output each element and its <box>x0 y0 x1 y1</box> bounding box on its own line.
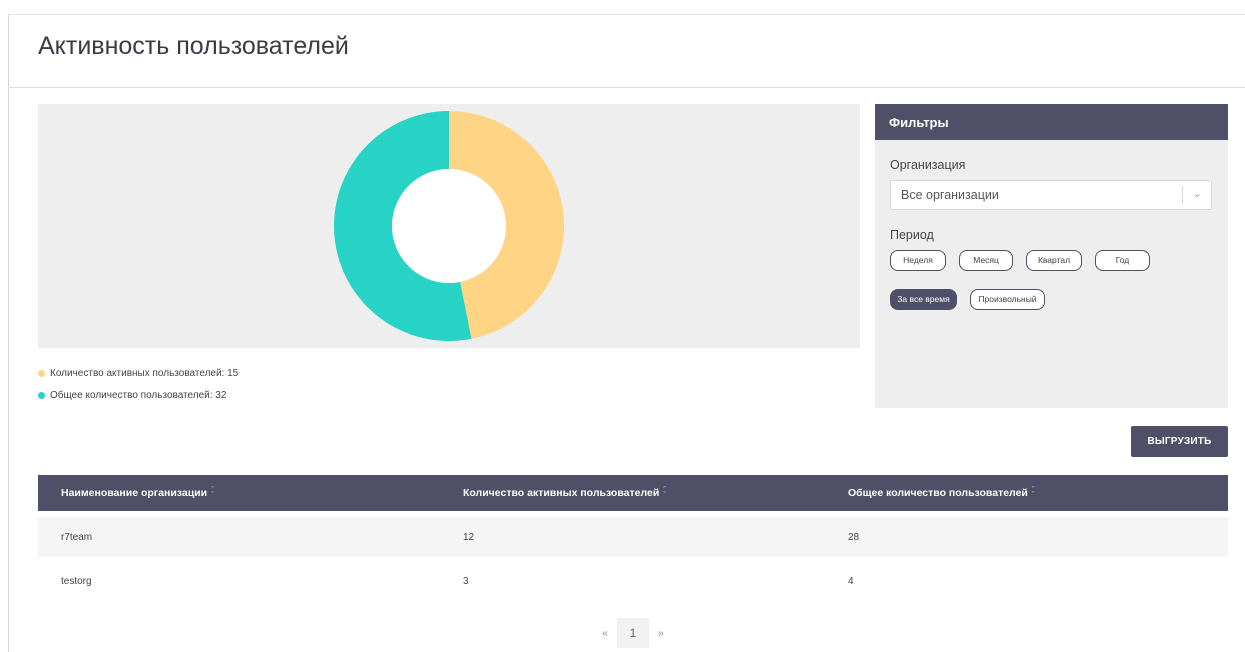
pagination-next[interactable]: » <box>649 628 673 639</box>
table-cell-active-users: 3 <box>463 576 469 587</box>
pagination-page[interactable]: 1 <box>617 618 649 648</box>
column-header-total-users[interactable]: Общее количество пользователей ˆˇ <box>848 487 1034 499</box>
table-cell-total-users: 28 <box>848 532 860 543</box>
period-custom-button[interactable]: Произвольный <box>970 289 1045 310</box>
organizations-table: Наименование организации ˆˇ Количество а… <box>38 475 1228 601</box>
sort-icon[interactable]: ˆˇ <box>211 487 213 499</box>
pagination: « 1 » <box>593 618 673 648</box>
organization-select-value: Все организации <box>901 188 999 202</box>
period-week-button[interactable]: Неделя <box>890 250 946 271</box>
column-header-active-users[interactable]: Количество активных пользователей ˆˇ <box>463 487 666 499</box>
period-year-button[interactable]: Год <box>1095 250 1150 271</box>
legend-label-active: Количество активных пользователей: 15 <box>50 367 239 379</box>
title-divider <box>8 87 1245 88</box>
legend-item-active: Количество активных пользователей: 15 <box>38 362 238 384</box>
column-header-active-users-label: Количество активных пользователей <box>463 487 660 499</box>
table-row: r7team 12 28 <box>38 517 1228 557</box>
table-cell-total-users: 4 <box>848 576 854 587</box>
organization-select[interactable]: Все организации ⌄ <box>890 180 1212 210</box>
legend-dot-total <box>38 391 45 399</box>
filters-title: Фильтры <box>875 104 1228 140</box>
table-header: Наименование организации ˆˇ Количество а… <box>38 475 1228 511</box>
legend-item-total: Общее количество пользователей: 32 <box>38 384 238 406</box>
sort-icon[interactable]: ˆˇ <box>663 487 665 499</box>
column-header-organization[interactable]: Наименование организации ˆˇ <box>61 487 213 499</box>
chevron-down-icon[interactable]: ⌄ <box>1193 187 1202 200</box>
table-cell-organization: testorg <box>61 576 92 587</box>
organization-label: Организация <box>890 158 966 172</box>
period-quarter-button[interactable]: Квартал <box>1026 250 1082 271</box>
top-border <box>8 14 1245 15</box>
legend-dot-active <box>38 369 45 377</box>
column-header-organization-label: Наименование организации <box>61 487 208 499</box>
period-month-button[interactable]: Месяц <box>959 250 1013 271</box>
column-header-total-users-label: Общее количество пользователей <box>848 487 1028 499</box>
select-separator <box>1182 186 1183 204</box>
period-all-time-button[interactable]: За все время <box>890 289 957 310</box>
donut-hole <box>392 169 506 283</box>
chart-panel <box>38 104 860 348</box>
legend-label-total: Общее количество пользователей: 32 <box>50 389 227 401</box>
table-row: testorg 3 4 <box>38 561 1228 601</box>
filters-panel: Фильтры Организация Все организации ⌄ Пе… <box>875 104 1228 408</box>
page-title: Активность пользователей <box>38 32 349 60</box>
sort-icon[interactable]: ˆˇ <box>1032 487 1034 499</box>
donut-chart <box>333 111 564 341</box>
left-border <box>8 14 9 652</box>
export-button[interactable]: ВЫГРУЗИТЬ <box>1131 426 1228 457</box>
table-cell-active-users: 12 <box>463 532 475 543</box>
table-cell-organization: r7team <box>61 532 93 543</box>
chart-legend: Количество активных пользователей: 15 Об… <box>38 362 238 406</box>
pagination-prev[interactable]: « <box>593 628 617 639</box>
period-label: Период <box>890 228 934 242</box>
